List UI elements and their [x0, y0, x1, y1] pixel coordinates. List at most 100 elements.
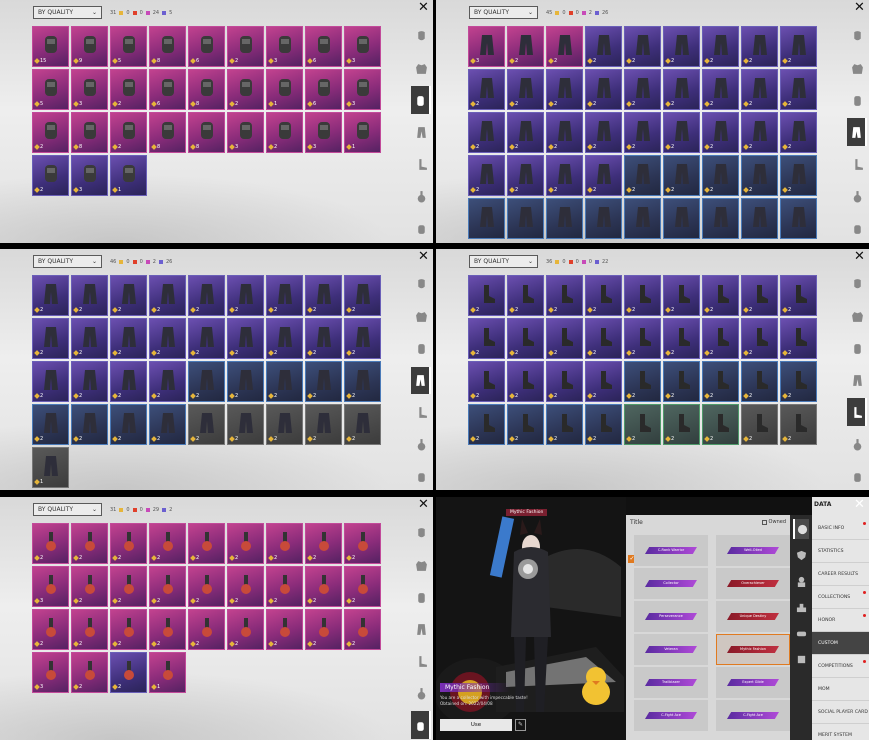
item-slot[interactable]: 2: [32, 609, 69, 650]
item-slot[interactable]: 2: [188, 566, 225, 607]
item-slot[interactable]: 2: [110, 69, 147, 110]
sort-dropdown[interactable]: BY QUALITY ⌄: [469, 255, 538, 268]
item-slot[interactable]: 2: [344, 523, 381, 564]
item-slot[interactable]: 2: [702, 26, 739, 67]
title-option[interactable]: Perseverance: [634, 601, 708, 632]
item-slot[interactable]: 2: [624, 155, 661, 196]
pants-icon[interactable]: [847, 367, 867, 395]
hand-icon[interactable]: [411, 462, 431, 490]
item-slot[interactable]: 2: [507, 404, 544, 445]
use-button[interactable]: Use: [440, 719, 512, 731]
item-slot[interactable]: 2: [663, 275, 700, 316]
item-slot[interactable]: 6: [149, 69, 186, 110]
item-slot[interactable]: 2: [266, 523, 303, 564]
item-slot[interactable]: 2: [149, 523, 186, 564]
title-option[interactable]: Expert Glide: [716, 667, 790, 698]
title-option[interactable]: Trailblazer: [634, 667, 708, 698]
item-slot[interactable]: 2: [702, 112, 739, 153]
title-option[interactable]: C-Fight Ace: [716, 700, 790, 731]
item-slot[interactable]: 2: [741, 69, 778, 110]
item-slot[interactable]: 9: [71, 26, 108, 67]
item-slot[interactable]: 2: [546, 404, 583, 445]
item-slot[interactable]: 2: [110, 112, 147, 153]
item-slot[interactable]: 2: [71, 361, 108, 402]
item-slot[interactable]: 2: [266, 112, 303, 153]
item-slot[interactable]: 2: [780, 404, 817, 445]
potion-icon[interactable]: [411, 430, 431, 458]
item-slot[interactable]: 2: [32, 523, 69, 564]
close-icon[interactable]: ✕: [418, 498, 429, 511]
item-slot[interactable]: 8: [149, 112, 186, 153]
controller-tab-icon[interactable]: [793, 623, 809, 643]
item-slot[interactable]: 3: [227, 112, 264, 153]
item-slot[interactable]: 1: [344, 112, 381, 153]
item-slot[interactable]: 2: [741, 155, 778, 196]
item-slot[interactable]: 2: [227, 609, 264, 650]
item-slot[interactable]: 2: [663, 26, 700, 67]
item-slot[interactable]: 2: [507, 318, 544, 359]
item-slot[interactable]: 3: [32, 652, 69, 693]
hand-icon[interactable]: [847, 462, 867, 490]
item-slot[interactable]: 3: [344, 69, 381, 110]
item-slot[interactable]: 2: [227, 361, 264, 402]
item-slot[interactable]: 2: [344, 275, 381, 316]
sort-dropdown[interactable]: BY QUALITY ⌄: [33, 503, 102, 516]
item-slot[interactable]: 5: [32, 69, 69, 110]
item-slot[interactable]: 2: [266, 566, 303, 607]
item-slot[interactable]: 2: [188, 275, 225, 316]
menu-item[interactable]: MOM: [812, 678, 869, 701]
item-slot[interactable]: 2: [149, 566, 186, 607]
item-slot[interactable]: 2: [663, 404, 700, 445]
potion-icon[interactable]: [411, 679, 431, 707]
item-slot[interactable]: 2: [780, 69, 817, 110]
item-slot[interactable]: 2: [585, 404, 622, 445]
item-slot[interactable]: 2: [780, 318, 817, 359]
pants-icon[interactable]: [847, 118, 867, 146]
backpack-icon[interactable]: [847, 86, 867, 114]
item-slot[interactable]: 2: [266, 404, 303, 445]
item-slot[interactable]: 2: [741, 404, 778, 445]
pants-icon[interactable]: [411, 615, 431, 643]
item-slot[interactable]: [741, 198, 778, 239]
item-slot[interactable]: 2: [344, 404, 381, 445]
item-slot[interactable]: 2: [32, 155, 69, 196]
item-slot[interactable]: 2: [624, 112, 661, 153]
item-slot[interactable]: 2: [585, 361, 622, 402]
item-slot[interactable]: 2: [624, 69, 661, 110]
title-option[interactable]: Mythic Fashion: [716, 634, 790, 665]
menu-item[interactable]: MERIT SYSTEM: [812, 724, 869, 740]
item-slot[interactable]: 2: [702, 275, 739, 316]
checkbox-icon[interactable]: [761, 519, 767, 525]
item-slot[interactable]: 8: [188, 112, 225, 153]
item-slot[interactable]: [585, 198, 622, 239]
item-slot[interactable]: 2: [780, 361, 817, 402]
item-slot[interactable]: 2: [188, 523, 225, 564]
item-slot[interactable]: 2: [702, 318, 739, 359]
item-slot[interactable]: 2: [741, 26, 778, 67]
item-slot[interactable]: 2: [741, 275, 778, 316]
item-slot[interactable]: 2: [663, 69, 700, 110]
item-slot[interactable]: 2: [468, 69, 505, 110]
item-slot[interactable]: 2: [344, 318, 381, 359]
title-option[interactable]: C-Rank Warrior: [634, 535, 708, 566]
item-slot[interactable]: 2: [546, 155, 583, 196]
item-slot[interactable]: 2: [780, 155, 817, 196]
hand-icon[interactable]: [411, 214, 431, 242]
item-slot[interactable]: 2: [227, 275, 264, 316]
item-slot[interactable]: 2: [585, 275, 622, 316]
sort-dropdown[interactable]: BY QUALITY ⌄: [33, 6, 102, 19]
shoes-icon[interactable]: [411, 647, 431, 675]
item-slot[interactable]: 2: [266, 609, 303, 650]
item-slot[interactable]: 3: [71, 155, 108, 196]
close-icon[interactable]: ✕: [418, 1, 429, 14]
item-slot[interactable]: 2: [344, 361, 381, 402]
item-slot[interactable]: 2: [585, 155, 622, 196]
menu-item[interactable]: STATISTICS: [812, 540, 869, 563]
jacket-icon[interactable]: [847, 303, 867, 331]
item-slot[interactable]: 2: [780, 26, 817, 67]
potion-icon[interactable]: [411, 182, 431, 210]
item-slot[interactable]: 2: [780, 112, 817, 153]
card-tab-icon[interactable]: [793, 649, 809, 669]
item-slot[interactable]: 2: [32, 275, 69, 316]
item-slot[interactable]: 2: [663, 318, 700, 359]
